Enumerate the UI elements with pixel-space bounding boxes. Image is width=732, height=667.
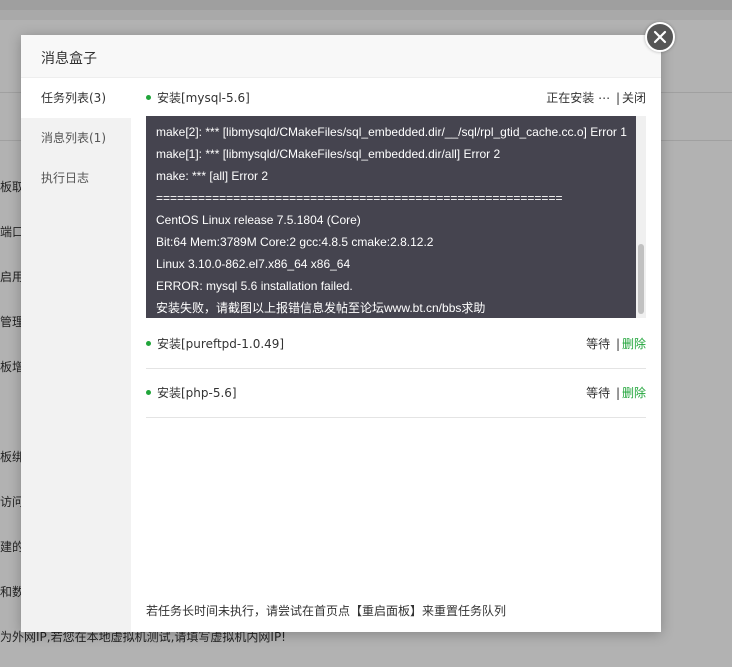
task-name: 安装[pureftpd-1.0.49] <box>157 337 285 351</box>
scrollbar-thumb[interactable] <box>638 244 644 314</box>
tab-task-list[interactable]: 任务列表(3) <box>21 78 131 118</box>
log-line: 安装失败，请截图以上报错信息发帖至论坛www.bt.cn/bbs求助 <box>156 301 486 315</box>
console-scrollbar[interactable] <box>636 116 646 318</box>
status-dot-icon <box>146 95 151 100</box>
log-line: make[1]: *** [libmysqld/CMakeFiles/sql_e… <box>156 147 501 161</box>
task-status: 等待 <box>586 337 611 351</box>
log-line: make: *** [all] Error 2 <box>156 169 269 183</box>
action-separator: | <box>615 386 620 400</box>
task-row: 安装[php-5.6] 等待 | 删除 <box>146 369 646 418</box>
log-line: make[2]: *** [libmysqld/CMakeFiles/sql_e… <box>156 125 627 139</box>
log-line: Linux 3.10.0-862.el7.x86_64 x86_64 <box>156 257 351 271</box>
task-status: 等待 <box>586 386 611 400</box>
message-box-dialog: 消息盒子 任务列表(3) 消息列表(1) 执行日志 安装[mysql-5.6] … <box>21 22 675 632</box>
dialog-title: 消息盒子 <box>41 51 97 67</box>
close-button[interactable] <box>645 22 675 52</box>
task-header: 安装[mysql-5.6] 正在安装 ⋯ | 关闭 <box>146 80 646 116</box>
status-dot-icon <box>146 390 151 395</box>
log-line: ERROR: mysql 5.6 installation failed. <box>156 279 353 293</box>
task-actions: 等待 | 删除 <box>586 320 646 368</box>
install-log-console[interactable]: make[2]: *** [libmysqld/CMakeFiles/sql_e… <box>146 116 646 318</box>
action-separator: | <box>615 337 620 351</box>
status-dot-icon <box>146 341 151 346</box>
log-line: ========================================… <box>156 191 563 205</box>
task-actions: 等待 | 删除 <box>586 369 646 417</box>
action-separator: | <box>615 91 620 105</box>
delete-task-link[interactable]: 删除 <box>622 386 646 400</box>
footer-note: 若任务长时间未执行，请尝试在首页点【重启面板】来重置任务队列 <box>146 604 507 618</box>
task-status: 正在安装 ⋯ <box>546 91 611 105</box>
dialog-sidebar: 任务列表(3) 消息列表(1) 执行日志 <box>21 78 131 632</box>
task-name: 安装[php-5.6] <box>157 386 237 400</box>
close-task-link[interactable]: 关闭 <box>622 91 646 105</box>
task-row: 安装[pureftpd-1.0.49] 等待 | 删除 <box>146 320 646 369</box>
tab-message-list[interactable]: 消息列表(1) <box>21 118 131 158</box>
dialog-title-bar: 消息盒子 <box>21 35 661 78</box>
task-list-panel: 安装[mysql-5.6] 正在安装 ⋯ | 关闭 make[2]: *** [l… <box>146 78 646 632</box>
task-actions: 正在安装 ⋯ | 关闭 <box>546 80 646 116</box>
close-icon <box>653 30 667 44</box>
log-line: Bit:64 Mem:3789M Core:2 gcc:4.8.5 cmake:… <box>156 235 434 249</box>
delete-task-link[interactable]: 删除 <box>622 337 646 351</box>
tab-execution-log[interactable]: 执行日志 <box>21 158 131 198</box>
task-name: 安装[mysql-5.6] <box>157 91 250 105</box>
log-line: CentOS Linux release 7.5.1804 (Core) <box>156 213 361 227</box>
